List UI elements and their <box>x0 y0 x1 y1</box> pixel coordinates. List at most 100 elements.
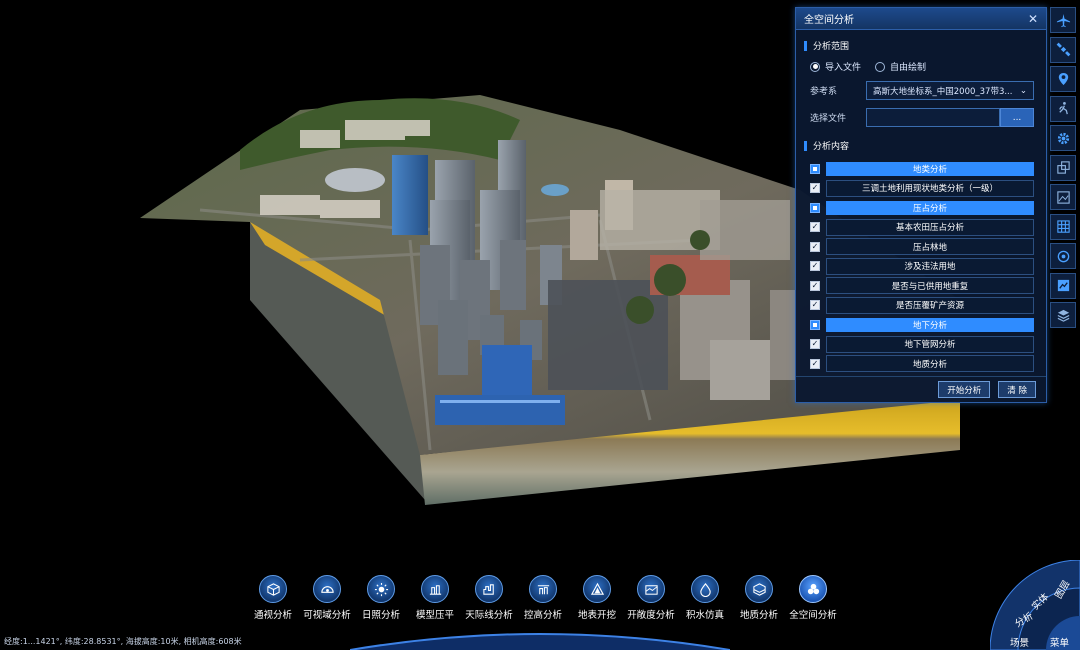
file-label: 选择文件 <box>810 114 847 124</box>
image-frame-icon[interactable] <box>1050 184 1076 210</box>
tool-eye-dome[interactable]: 可视域分析 <box>300 575 354 625</box>
crs-label: 参考系 <box>810 87 838 97</box>
crs-value: 高斯大地坐标系_中国2000_37带3... <box>873 86 1013 97</box>
cube-stack-icon[interactable] <box>1050 154 1076 181</box>
corner-menu-item-scene[interactable]: 场景 <box>1010 635 1029 649</box>
category-toggle-icon[interactable] <box>810 202 820 213</box>
checkbox[interactable]: ✓ <box>810 222 820 233</box>
panel-title: 全空间分析 <box>804 15 854 26</box>
geology-cube-icon[interactable] <box>745 575 773 603</box>
plane-icon[interactable] <box>1050 7 1076 33</box>
file-path-input[interactable] <box>866 108 1000 127</box>
tool-excavation[interactable]: 地表开挖 <box>570 575 624 625</box>
section-marker <box>804 140 807 151</box>
eye-dome-icon[interactable] <box>313 575 341 603</box>
checkbox[interactable]: ✓ <box>810 183 820 194</box>
start-analysis-button[interactable]: 开始分析 <box>938 381 991 398</box>
gear-icon[interactable] <box>1050 125 1076 151</box>
tool-label: 日照分析 <box>361 610 400 621</box>
analysis-item-row: ✓ 是否压覆矿产资源 <box>796 296 1046 316</box>
bottom-analysis-toolbar: 通视分析 可视域分析 日照分析 模型压平 天际线分析 控高分析 地表开挖 开敞度分析 积水仿真 地… <box>246 575 840 625</box>
clear-button[interactable]: 清 除 <box>998 381 1036 398</box>
tool-geology-cube[interactable]: 地质分析 <box>732 575 786 625</box>
cube-icon[interactable] <box>259 575 287 603</box>
tool-label: 可视域分析 <box>303 610 351 621</box>
browse-button[interactable]: ... <box>1000 108 1034 127</box>
crs-select[interactable]: 高斯大地坐标系_中国2000_37带3... ⌄ <box>866 81 1034 100</box>
satellite-icon[interactable] <box>1050 36 1076 63</box>
content-heading: 分析内容 <box>813 142 850 152</box>
full-space-analysis-panel: 全空间分析 ✕ 分析范围 导入文件 自由绘制 参考系 高斯大地坐标系_中国200… <box>795 7 1047 403</box>
tool-full-space[interactable]: 全空间分析 <box>786 575 840 625</box>
radio-unselected-icon[interactable] <box>875 61 886 72</box>
analysis-category-row: 地下分析 <box>796 315 1046 335</box>
analysis-category-label[interactable]: 压占分析 <box>826 200 1034 215</box>
skyline-icon[interactable] <box>475 575 503 603</box>
analysis-item-row: ✓ 地下管网分析 <box>796 335 1046 355</box>
analysis-item-label[interactable]: 涉及违法用地 <box>826 257 1034 275</box>
tool-label: 天际线分析 <box>465 610 513 621</box>
analysis-item-label[interactable]: 是否与已供用地重复 <box>826 277 1034 295</box>
radio-selected-icon[interactable] <box>810 61 820 72</box>
tool-label: 积水仿真 <box>685 610 724 621</box>
water-drop-icon[interactable] <box>691 575 719 603</box>
checkbox[interactable]: ✓ <box>810 280 820 291</box>
walk-icon[interactable] <box>1050 95 1076 122</box>
excavation-icon[interactable] <box>583 575 611 603</box>
sun-icon[interactable] <box>367 575 395 603</box>
tool-label: 通视分析 <box>253 610 292 621</box>
analysis-category-label[interactable]: 地类分析 <box>826 161 1034 176</box>
height-control-icon[interactable] <box>529 575 557 603</box>
target-icon[interactable] <box>1050 243 1076 269</box>
analysis-item-label[interactable]: 三调土地利用现状地类分析（一级） <box>826 179 1034 197</box>
stadium <box>325 168 385 192</box>
analysis-item-row: ✓ 基本农田压占分析 <box>796 218 1046 238</box>
range-radio-group: 导入文件 自由绘制 <box>810 60 1046 73</box>
tool-cube[interactable]: 通视分析 <box>246 575 300 625</box>
checkbox[interactable]: ✓ <box>810 241 820 252</box>
tool-sun[interactable]: 日照分析 <box>354 575 408 625</box>
analysis-item-label[interactable]: 是否压覆矿产资源 <box>826 296 1034 314</box>
checkbox[interactable]: ✓ <box>810 261 820 272</box>
location-pin-icon[interactable] <box>1050 66 1076 92</box>
corner-menu-item-menu[interactable]: 菜单 <box>1050 635 1069 649</box>
tool-label: 地表开挖 <box>577 610 616 621</box>
radio-import-file[interactable]: 导入文件 <box>810 60 861 73</box>
full-space-icon[interactable] <box>799 575 827 603</box>
category-toggle-icon[interactable] <box>810 163 820 174</box>
layers-icon[interactable] <box>1050 302 1076 328</box>
analysis-item-label[interactable]: 地下管网分析 <box>826 335 1034 353</box>
panel-footer: 开始分析 清 除 <box>796 376 1046 402</box>
analysis-category-row: 地类分析 <box>796 159 1046 179</box>
tool-label: 控高分析 <box>523 610 562 621</box>
chevron-down-icon: ⌄ <box>1019 85 1027 96</box>
analysis-item-label[interactable]: 基本农田压占分析 <box>826 218 1034 236</box>
panel-titlebar[interactable]: 全空间分析 ✕ <box>796 8 1046 30</box>
grid-icon[interactable] <box>1050 213 1076 240</box>
checkbox[interactable]: ✓ <box>810 358 820 369</box>
flatten-icon[interactable] <box>421 575 449 603</box>
close-icon[interactable]: ✕ <box>1028 12 1038 26</box>
radio-free-draw[interactable]: 自由绘制 <box>875 60 926 73</box>
analysis-category-label[interactable]: 地下分析 <box>826 317 1034 332</box>
file-row: 选择文件 ... <box>810 108 1046 127</box>
analysis-item-label[interactable]: 地质分析 <box>826 355 1034 373</box>
analysis-item-label[interactable]: 压占林地 <box>826 238 1034 256</box>
tool-openness[interactable]: 开敞度分析 <box>624 575 678 625</box>
analysis-item-row: ✓ 压占林地 <box>796 237 1046 257</box>
range-section-heading: 分析范围 <box>804 39 1046 52</box>
openness-icon[interactable] <box>637 575 665 603</box>
checkbox[interactable]: ✓ <box>810 300 820 311</box>
category-toggle-icon[interactable] <box>810 319 820 330</box>
checkbox[interactable]: ✓ <box>810 339 820 350</box>
radio-import-file-label: 导入文件 <box>825 63 862 73</box>
tool-water-drop[interactable]: 积水仿真 <box>678 575 732 625</box>
chart-panel-icon[interactable] <box>1050 272 1076 299</box>
analysis-item-row: ✓ 三调土地利用现状地类分析（一级） <box>796 179 1046 199</box>
tool-skyline[interactable]: 天际线分析 <box>462 575 516 625</box>
tool-flatten[interactable]: 模型压平 <box>408 575 462 625</box>
corner-radial-menu: 图层 实体 分析 场景 菜单 <box>989 559 1080 650</box>
tool-label: 开敞度分析 <box>627 610 675 621</box>
radio-free-draw-label: 自由绘制 <box>890 63 927 73</box>
tool-height-control[interactable]: 控高分析 <box>516 575 570 625</box>
